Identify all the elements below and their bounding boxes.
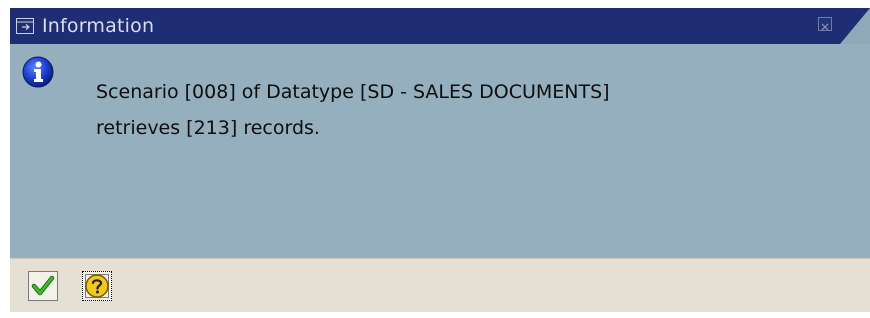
info-icon	[22, 56, 54, 88]
continue-button[interactable]	[28, 271, 58, 301]
question-mark-icon	[85, 274, 109, 298]
title-bar[interactable]: Information	[10, 8, 870, 44]
button-bar	[10, 258, 870, 312]
checkmark-icon	[31, 275, 55, 296]
message-area: Scenario [008] of Datatype [SD - SALES D…	[10, 44, 870, 258]
help-button[interactable]	[82, 271, 112, 301]
message-line-2: retrieves [213] records.	[96, 117, 320, 139]
message-line-1: Scenario [008] of Datatype [SD - SALES D…	[96, 81, 610, 103]
title-bar-corner	[840, 8, 870, 44]
dialog-title: Information	[42, 15, 155, 37]
dialog-window-icon	[16, 18, 34, 34]
message-text: Scenario [008] of Datatype [SD - SALES D…	[96, 74, 610, 146]
information-dialog: Information Scenario [008] of Datatype […	[10, 8, 870, 312]
close-icon[interactable]	[818, 17, 832, 31]
